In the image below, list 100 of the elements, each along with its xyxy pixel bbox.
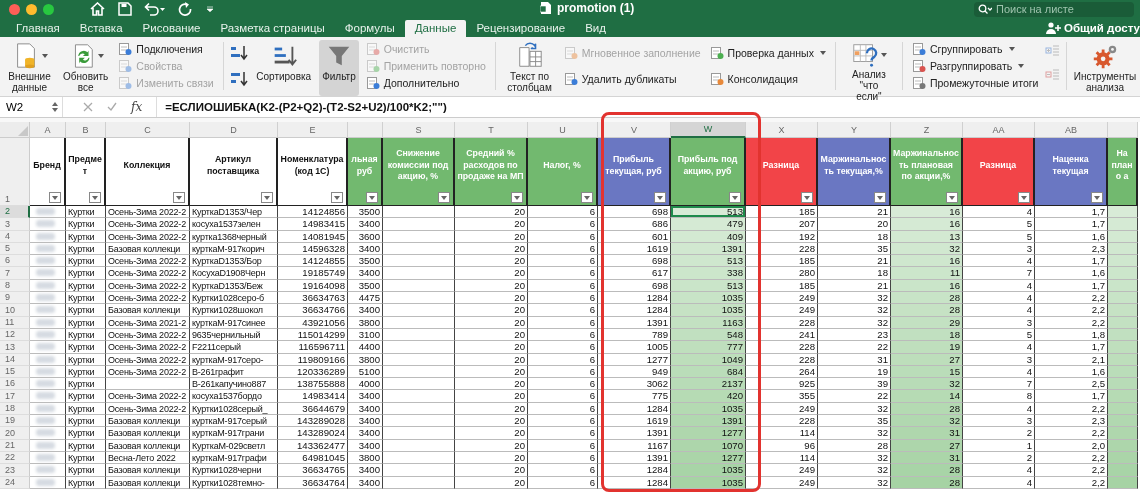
column-letter[interactable]: D bbox=[190, 122, 278, 138]
filter-button[interactable] bbox=[261, 192, 273, 203]
blurred-text bbox=[36, 429, 55, 437]
insert-function-button[interactable]: fx bbox=[131, 100, 143, 114]
table-cell: 3800 bbox=[348, 451, 383, 465]
ribbon-button[interactable]: Внешние данные bbox=[4, 40, 56, 96]
ribbon-button[interactable]: Разгруппировать bbox=[909, 59, 1041, 73]
ribbon-button[interactable]: Сгруппировать bbox=[909, 41, 1041, 56]
row-number[interactable]: 13 bbox=[0, 341, 30, 354]
ribbon-button[interactable]: Консолидация bbox=[707, 72, 828, 86]
column-letter[interactable]: T bbox=[455, 122, 528, 138]
table-cell: Базовая коллекци bbox=[106, 427, 190, 440]
column-letter[interactable]: W bbox=[671, 122, 746, 138]
redo-icon[interactable] bbox=[178, 2, 193, 16]
dropdown-arrow-icon bbox=[875, 193, 885, 202]
row-number[interactable]: 19 bbox=[0, 415, 30, 428]
table-cell: 36634763 bbox=[278, 292, 348, 305]
empty-cell bbox=[383, 402, 455, 416]
row-number[interactable]: 2 bbox=[0, 206, 30, 219]
column-letter[interactable]: C bbox=[106, 122, 190, 138]
table-cell: 20 bbox=[455, 328, 528, 342]
filter-button[interactable] bbox=[49, 192, 61, 203]
table-cell: КурткаD1353/Чер bbox=[190, 206, 278, 219]
ribbon-tab[interactable]: Данные bbox=[404, 20, 467, 37]
ribbon-tab[interactable]: Разметка страницы bbox=[210, 20, 335, 37]
table-cell: 119809166 bbox=[278, 353, 348, 366]
table-cell: 3400 bbox=[348, 390, 383, 403]
filter-button[interactable] bbox=[1091, 192, 1103, 203]
table-cell: 6 bbox=[528, 218, 598, 231]
home-icon[interactable] bbox=[90, 2, 105, 16]
row-number[interactable]: 9 bbox=[0, 292, 30, 305]
column-letter[interactable]: B bbox=[66, 122, 106, 138]
validation-icon bbox=[709, 46, 724, 60]
ribbon-tab[interactable]: Рецензирование bbox=[466, 20, 576, 37]
filter-button[interactable] bbox=[331, 192, 343, 203]
share-button[interactable]: Общий досту bbox=[1045, 22, 1140, 37]
table-cell: 28 bbox=[891, 464, 963, 477]
ribbon-button[interactable]: Дополнительно bbox=[363, 76, 488, 91]
ribbon-button[interactable]: Сортировка bbox=[253, 40, 315, 96]
column-letter[interactable]: Y bbox=[818, 122, 891, 138]
empty-cell bbox=[383, 378, 455, 391]
column-letter[interactable]: E bbox=[278, 122, 348, 138]
reapply-icon bbox=[365, 59, 380, 73]
ribbon-button[interactable]: Удалить дубликаты bbox=[561, 72, 703, 86]
row-number[interactable]: 23 bbox=[0, 464, 30, 477]
search-field[interactable]: Поиск на листе bbox=[974, 1, 1134, 17]
row-number[interactable]: 16 bbox=[0, 378, 30, 391]
sort-ascending-icon[interactable] bbox=[230, 45, 249, 61]
ribbon-button[interactable]: Подключения bbox=[116, 41, 216, 56]
filter-button[interactable] bbox=[438, 192, 450, 203]
filter-button[interactable] bbox=[801, 192, 813, 203]
column-letter[interactable]: X bbox=[746, 122, 818, 138]
filter-button[interactable] bbox=[729, 192, 741, 203]
ribbon-tab[interactable]: Вставка bbox=[69, 20, 133, 37]
minimize-button[interactable] bbox=[26, 3, 37, 15]
column-letter[interactable]: AB bbox=[1035, 122, 1108, 138]
save-icon[interactable] bbox=[117, 2, 132, 16]
undo-icon[interactable] bbox=[144, 2, 166, 16]
column-letter[interactable]: V bbox=[598, 122, 671, 138]
blurred-text bbox=[36, 281, 55, 289]
sort-descending-icon[interactable] bbox=[230, 71, 249, 87]
ribbon-button[interactable]: Фильтр bbox=[319, 40, 359, 96]
column-letter[interactable]: U bbox=[528, 122, 598, 138]
column-letter[interactable]: AA bbox=[963, 122, 1035, 138]
filter-button[interactable] bbox=[654, 192, 666, 203]
ribbon-tab[interactable]: Вид bbox=[575, 20, 616, 37]
filter-button[interactable] bbox=[874, 192, 886, 203]
ribbon-button[interactable]: Промежуточные итоги bbox=[909, 76, 1041, 91]
filter-button[interactable] bbox=[581, 192, 593, 203]
ribbon-button[interactable]: Текст по столбцам bbox=[502, 40, 557, 96]
filter-button[interactable] bbox=[511, 192, 523, 203]
row-number[interactable]: 17 bbox=[0, 390, 30, 403]
table-cell: 2 bbox=[963, 427, 1035, 440]
row-number[interactable]: 3 bbox=[0, 218, 30, 231]
table-cell: 4 bbox=[963, 402, 1035, 416]
zoom-button[interactable] bbox=[43, 3, 54, 15]
ribbon-tab[interactable]: Формулы bbox=[334, 20, 405, 37]
table-cell: 5100 bbox=[348, 365, 383, 379]
filter-button[interactable] bbox=[89, 192, 101, 203]
column-letter[interactable]: A bbox=[30, 122, 66, 138]
column-letter[interactable]: S bbox=[383, 122, 455, 138]
ribbon-button[interactable]: Проверка данных bbox=[707, 46, 828, 60]
row-number[interactable]: 10 bbox=[0, 304, 30, 317]
table-cell: 3400 bbox=[348, 267, 383, 280]
filter-button[interactable] bbox=[1018, 192, 1030, 203]
row-number[interactable]: 1 bbox=[0, 138, 30, 206]
formula-text[interactable]: =ЕСЛИОШИБКА(K2-(P2+Q2)-(T2-S2+U2)/100*K2;"") bbox=[157, 101, 447, 113]
ribbon-tab[interactable]: Главная bbox=[6, 20, 70, 37]
filter-button[interactable] bbox=[173, 192, 185, 203]
row-number[interactable]: 7 bbox=[0, 267, 30, 280]
column-letter[interactable]: Z bbox=[891, 122, 963, 138]
name-box[interactable]: W2 bbox=[0, 97, 63, 117]
filter-button[interactable] bbox=[946, 192, 958, 203]
blurred-text bbox=[36, 453, 55, 461]
ribbon-button[interactable]: Инструменты анализа bbox=[1074, 40, 1136, 96]
row-number[interactable]: 20 bbox=[0, 427, 30, 440]
ribbon-tab[interactable]: Рисование bbox=[132, 20, 211, 37]
row-number[interactable]: 6 bbox=[0, 255, 30, 268]
ribbon-button[interactable]: Обновить все bbox=[60, 40, 112, 96]
filter-button[interactable] bbox=[366, 192, 378, 203]
